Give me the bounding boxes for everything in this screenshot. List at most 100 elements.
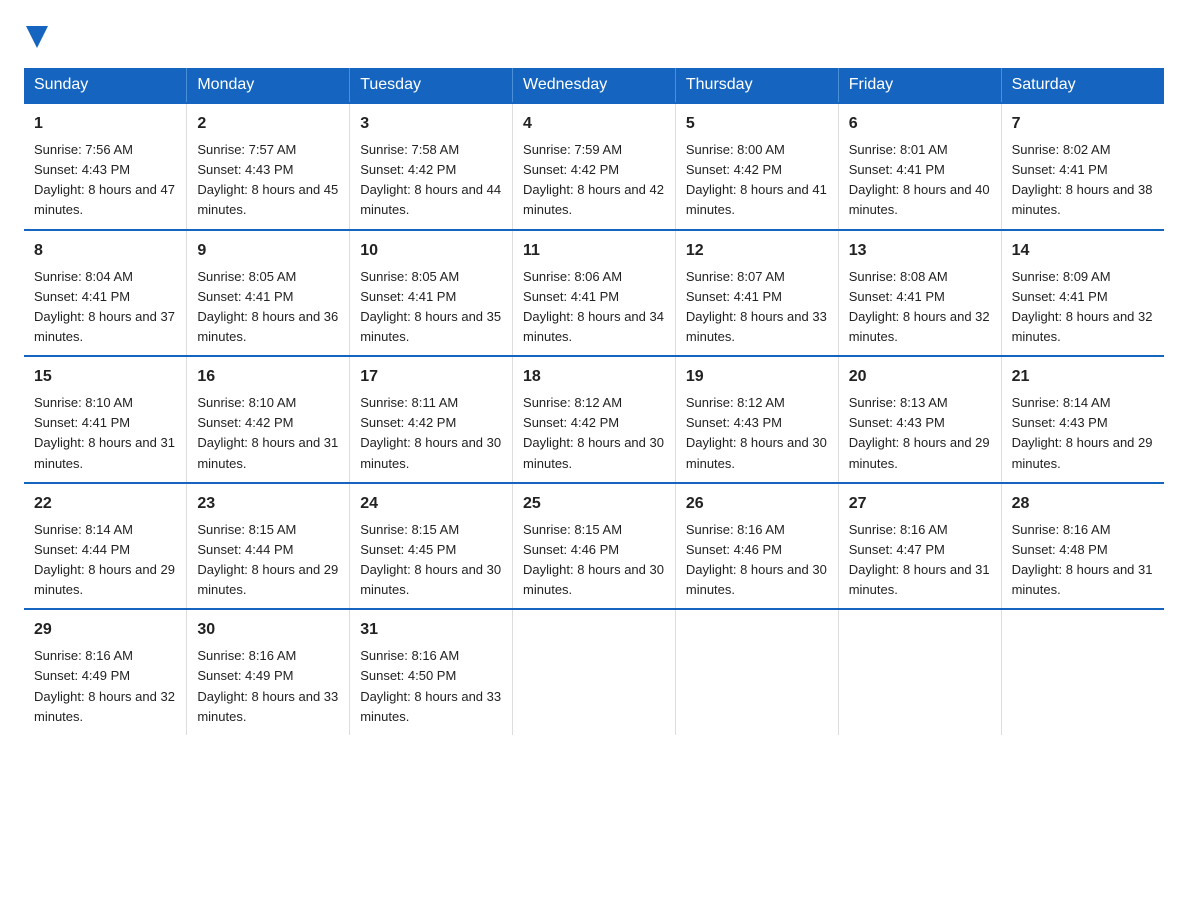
calendar-empty-cell xyxy=(513,609,676,735)
day-number: 14 xyxy=(1012,239,1154,263)
calendar-day-cell: 14 Sunrise: 8:09 AMSunset: 4:41 PMDayligh… xyxy=(1001,230,1164,357)
calendar-day-cell: 29Sunrise: 8:16 AMSunset: 4:49 PMDayligh… xyxy=(24,609,187,735)
calendar-week-row: 1Sunrise: 7:56 AMSunset: 4:43 PMDaylight… xyxy=(24,103,1164,230)
day-info: Sunrise: 8:05 AMSunset: 4:41 PMDaylight:… xyxy=(360,269,501,344)
day-info: Sunrise: 8:16 AMSunset: 4:50 PMDaylight:… xyxy=(360,648,501,723)
day-number: 25 xyxy=(523,492,665,516)
header-saturday: Saturday xyxy=(1001,68,1164,103)
day-number: 1 xyxy=(34,112,176,136)
header-friday: Friday xyxy=(838,68,1001,103)
day-info: Sunrise: 8:08 AMSunset: 4:41 PMDaylight:… xyxy=(849,269,990,344)
header-sunday: Sunday xyxy=(24,68,187,103)
day-info: Sunrise: 8:13 AMSunset: 4:43 PMDaylight:… xyxy=(849,395,990,470)
calendar-header-row: SundayMondayTuesdayWednesdayThursdayFrid… xyxy=(24,68,1164,103)
day-info: Sunrise: 8:00 AMSunset: 4:42 PMDaylight:… xyxy=(686,142,827,217)
day-number: 19 xyxy=(686,365,828,389)
day-number: 29 xyxy=(34,618,176,642)
day-info: Sunrise: 8:09 AMSunset: 4:41 PMDaylight:… xyxy=(1012,269,1153,344)
day-info: Sunrise: 8:06 AMSunset: 4:41 PMDaylight:… xyxy=(523,269,664,344)
day-info: Sunrise: 7:58 AMSunset: 4:42 PMDaylight:… xyxy=(360,142,501,217)
day-number: 2 xyxy=(197,112,339,136)
day-number: 30 xyxy=(197,618,339,642)
day-number: 3 xyxy=(360,112,502,136)
calendar-day-cell: 20 Sunrise: 8:13 AMSunset: 4:43 PMDayligh… xyxy=(838,356,1001,483)
day-number: 20 xyxy=(849,365,991,389)
calendar-week-row: 8 Sunrise: 8:04 AMSunset: 4:41 PMDaylight… xyxy=(24,230,1164,357)
calendar-day-cell: 6Sunrise: 8:01 AMSunset: 4:41 PMDaylight… xyxy=(838,103,1001,230)
calendar-week-row: 22 Sunrise: 8:14 AMSunset: 4:44 PMDayligh… xyxy=(24,483,1164,610)
calendar-day-cell: 23 Sunrise: 8:15 AMSunset: 4:44 PMDayligh… xyxy=(187,483,350,610)
calendar-day-cell: 2Sunrise: 7:57 AMSunset: 4:43 PMDaylight… xyxy=(187,103,350,230)
calendar-day-cell: 18 Sunrise: 8:12 AMSunset: 4:42 PMDayligh… xyxy=(513,356,676,483)
day-number: 18 xyxy=(523,365,665,389)
calendar-day-cell: 27 Sunrise: 8:16 AMSunset: 4:47 PMDayligh… xyxy=(838,483,1001,610)
page-header xyxy=(24,24,1164,48)
calendar-table: SundayMondayTuesdayWednesdayThursdayFrid… xyxy=(24,68,1164,735)
day-number: 10 xyxy=(360,239,502,263)
day-info: Sunrise: 8:11 AMSunset: 4:42 PMDaylight:… xyxy=(360,395,501,470)
header-wednesday: Wednesday xyxy=(513,68,676,103)
day-number: 28 xyxy=(1012,492,1154,516)
day-number: 8 xyxy=(34,239,176,263)
day-number: 27 xyxy=(849,492,991,516)
calendar-day-cell: 28 Sunrise: 8:16 AMSunset: 4:48 PMDayligh… xyxy=(1001,483,1164,610)
day-number: 17 xyxy=(360,365,502,389)
day-number: 4 xyxy=(523,112,665,136)
day-number: 31 xyxy=(360,618,502,642)
header-tuesday: Tuesday xyxy=(350,68,513,103)
logo-triangle-icon xyxy=(26,26,48,48)
calendar-day-cell: 15 Sunrise: 8:10 AMSunset: 4:41 PMDayligh… xyxy=(24,356,187,483)
day-info: Sunrise: 8:04 AMSunset: 4:41 PMDaylight:… xyxy=(34,269,175,344)
day-info: Sunrise: 8:01 AMSunset: 4:41 PMDaylight:… xyxy=(849,142,990,217)
calendar-day-cell: 10 Sunrise: 8:05 AMSunset: 4:41 PMDayligh… xyxy=(350,230,513,357)
day-info: Sunrise: 8:16 AMSunset: 4:49 PMDaylight:… xyxy=(197,648,338,723)
calendar-day-cell: 16Sunrise: 8:10 AMSunset: 4:42 PMDayligh… xyxy=(187,356,350,483)
day-info: Sunrise: 8:14 AMSunset: 4:44 PMDaylight:… xyxy=(34,522,175,597)
day-info: Sunrise: 8:12 AMSunset: 4:42 PMDaylight:… xyxy=(523,395,664,470)
day-number: 13 xyxy=(849,239,991,263)
day-number: 11 xyxy=(523,239,665,263)
day-number: 12 xyxy=(686,239,828,263)
day-number: 16 xyxy=(197,365,339,389)
calendar-day-cell: 1Sunrise: 7:56 AMSunset: 4:43 PMDaylight… xyxy=(24,103,187,230)
logo xyxy=(24,24,48,48)
day-number: 15 xyxy=(34,365,176,389)
calendar-empty-cell xyxy=(1001,609,1164,735)
day-info: Sunrise: 8:10 AMSunset: 4:41 PMDaylight:… xyxy=(34,395,175,470)
calendar-day-cell: 4 Sunrise: 7:59 AMSunset: 4:42 PMDaylight… xyxy=(513,103,676,230)
calendar-day-cell: 12 Sunrise: 8:07 AMSunset: 4:41 PMDayligh… xyxy=(675,230,838,357)
calendar-day-cell: 5Sunrise: 8:00 AMSunset: 4:42 PMDaylight… xyxy=(675,103,838,230)
day-info: Sunrise: 8:14 AMSunset: 4:43 PMDaylight:… xyxy=(1012,395,1153,470)
day-number: 26 xyxy=(686,492,828,516)
calendar-day-cell: 13 Sunrise: 8:08 AMSunset: 4:41 PMDayligh… xyxy=(838,230,1001,357)
day-number: 21 xyxy=(1012,365,1154,389)
day-info: Sunrise: 8:15 AMSunset: 4:46 PMDaylight:… xyxy=(523,522,664,597)
calendar-empty-cell xyxy=(838,609,1001,735)
header-thursday: Thursday xyxy=(675,68,838,103)
calendar-day-cell: 30 Sunrise: 8:16 AMSunset: 4:49 PMDayligh… xyxy=(187,609,350,735)
calendar-day-cell: 21 Sunrise: 8:14 AMSunset: 4:43 PMDayligh… xyxy=(1001,356,1164,483)
day-number: 22 xyxy=(34,492,176,516)
calendar-day-cell: 26Sunrise: 8:16 AMSunset: 4:46 PMDayligh… xyxy=(675,483,838,610)
calendar-day-cell: 31 Sunrise: 8:16 AMSunset: 4:50 PMDayligh… xyxy=(350,609,513,735)
calendar-week-row: 29 Sunrise: 8:16 AMSunset: 4:49 PMDayligh… xyxy=(24,609,1164,735)
day-info: Sunrise: 7:59 AMSunset: 4:42 PMDaylight:… xyxy=(523,142,664,217)
day-info: Sunrise: 8:15 AMSunset: 4:44 PMDaylight:… xyxy=(197,522,338,597)
calendar-day-cell: 24Sunrise: 8:15 AMSunset: 4:45 PMDayligh… xyxy=(350,483,513,610)
day-info: Sunrise: 8:02 AMSunset: 4:41 PMDaylight:… xyxy=(1012,142,1153,217)
calendar-week-row: 15 Sunrise: 8:10 AMSunset: 4:41 PMDayligh… xyxy=(24,356,1164,483)
day-number: 9 xyxy=(197,239,339,263)
day-info: Sunrise: 8:07 AMSunset: 4:41 PMDaylight:… xyxy=(686,269,827,344)
calendar-day-cell: 9Sunrise: 8:05 AMSunset: 4:41 PMDaylight… xyxy=(187,230,350,357)
calendar-day-cell: 19 Sunrise: 8:12 AMSunset: 4:43 PMDayligh… xyxy=(675,356,838,483)
day-number: 23 xyxy=(197,492,339,516)
day-info: Sunrise: 8:16 AMSunset: 4:47 PMDaylight:… xyxy=(849,522,990,597)
calendar-day-cell: 11 Sunrise: 8:06 AMSunset: 4:41 PMDayligh… xyxy=(513,230,676,357)
calendar-day-cell: 7Sunrise: 8:02 AMSunset: 4:41 PMDaylight… xyxy=(1001,103,1164,230)
calendar-day-cell: 22 Sunrise: 8:14 AMSunset: 4:44 PMDayligh… xyxy=(24,483,187,610)
day-info: Sunrise: 8:16 AMSunset: 4:48 PMDaylight:… xyxy=(1012,522,1153,597)
calendar-day-cell: 3 Sunrise: 7:58 AMSunset: 4:42 PMDaylight… xyxy=(350,103,513,230)
day-info: Sunrise: 8:12 AMSunset: 4:43 PMDaylight:… xyxy=(686,395,827,470)
day-number: 24 xyxy=(360,492,502,516)
calendar-empty-cell xyxy=(675,609,838,735)
